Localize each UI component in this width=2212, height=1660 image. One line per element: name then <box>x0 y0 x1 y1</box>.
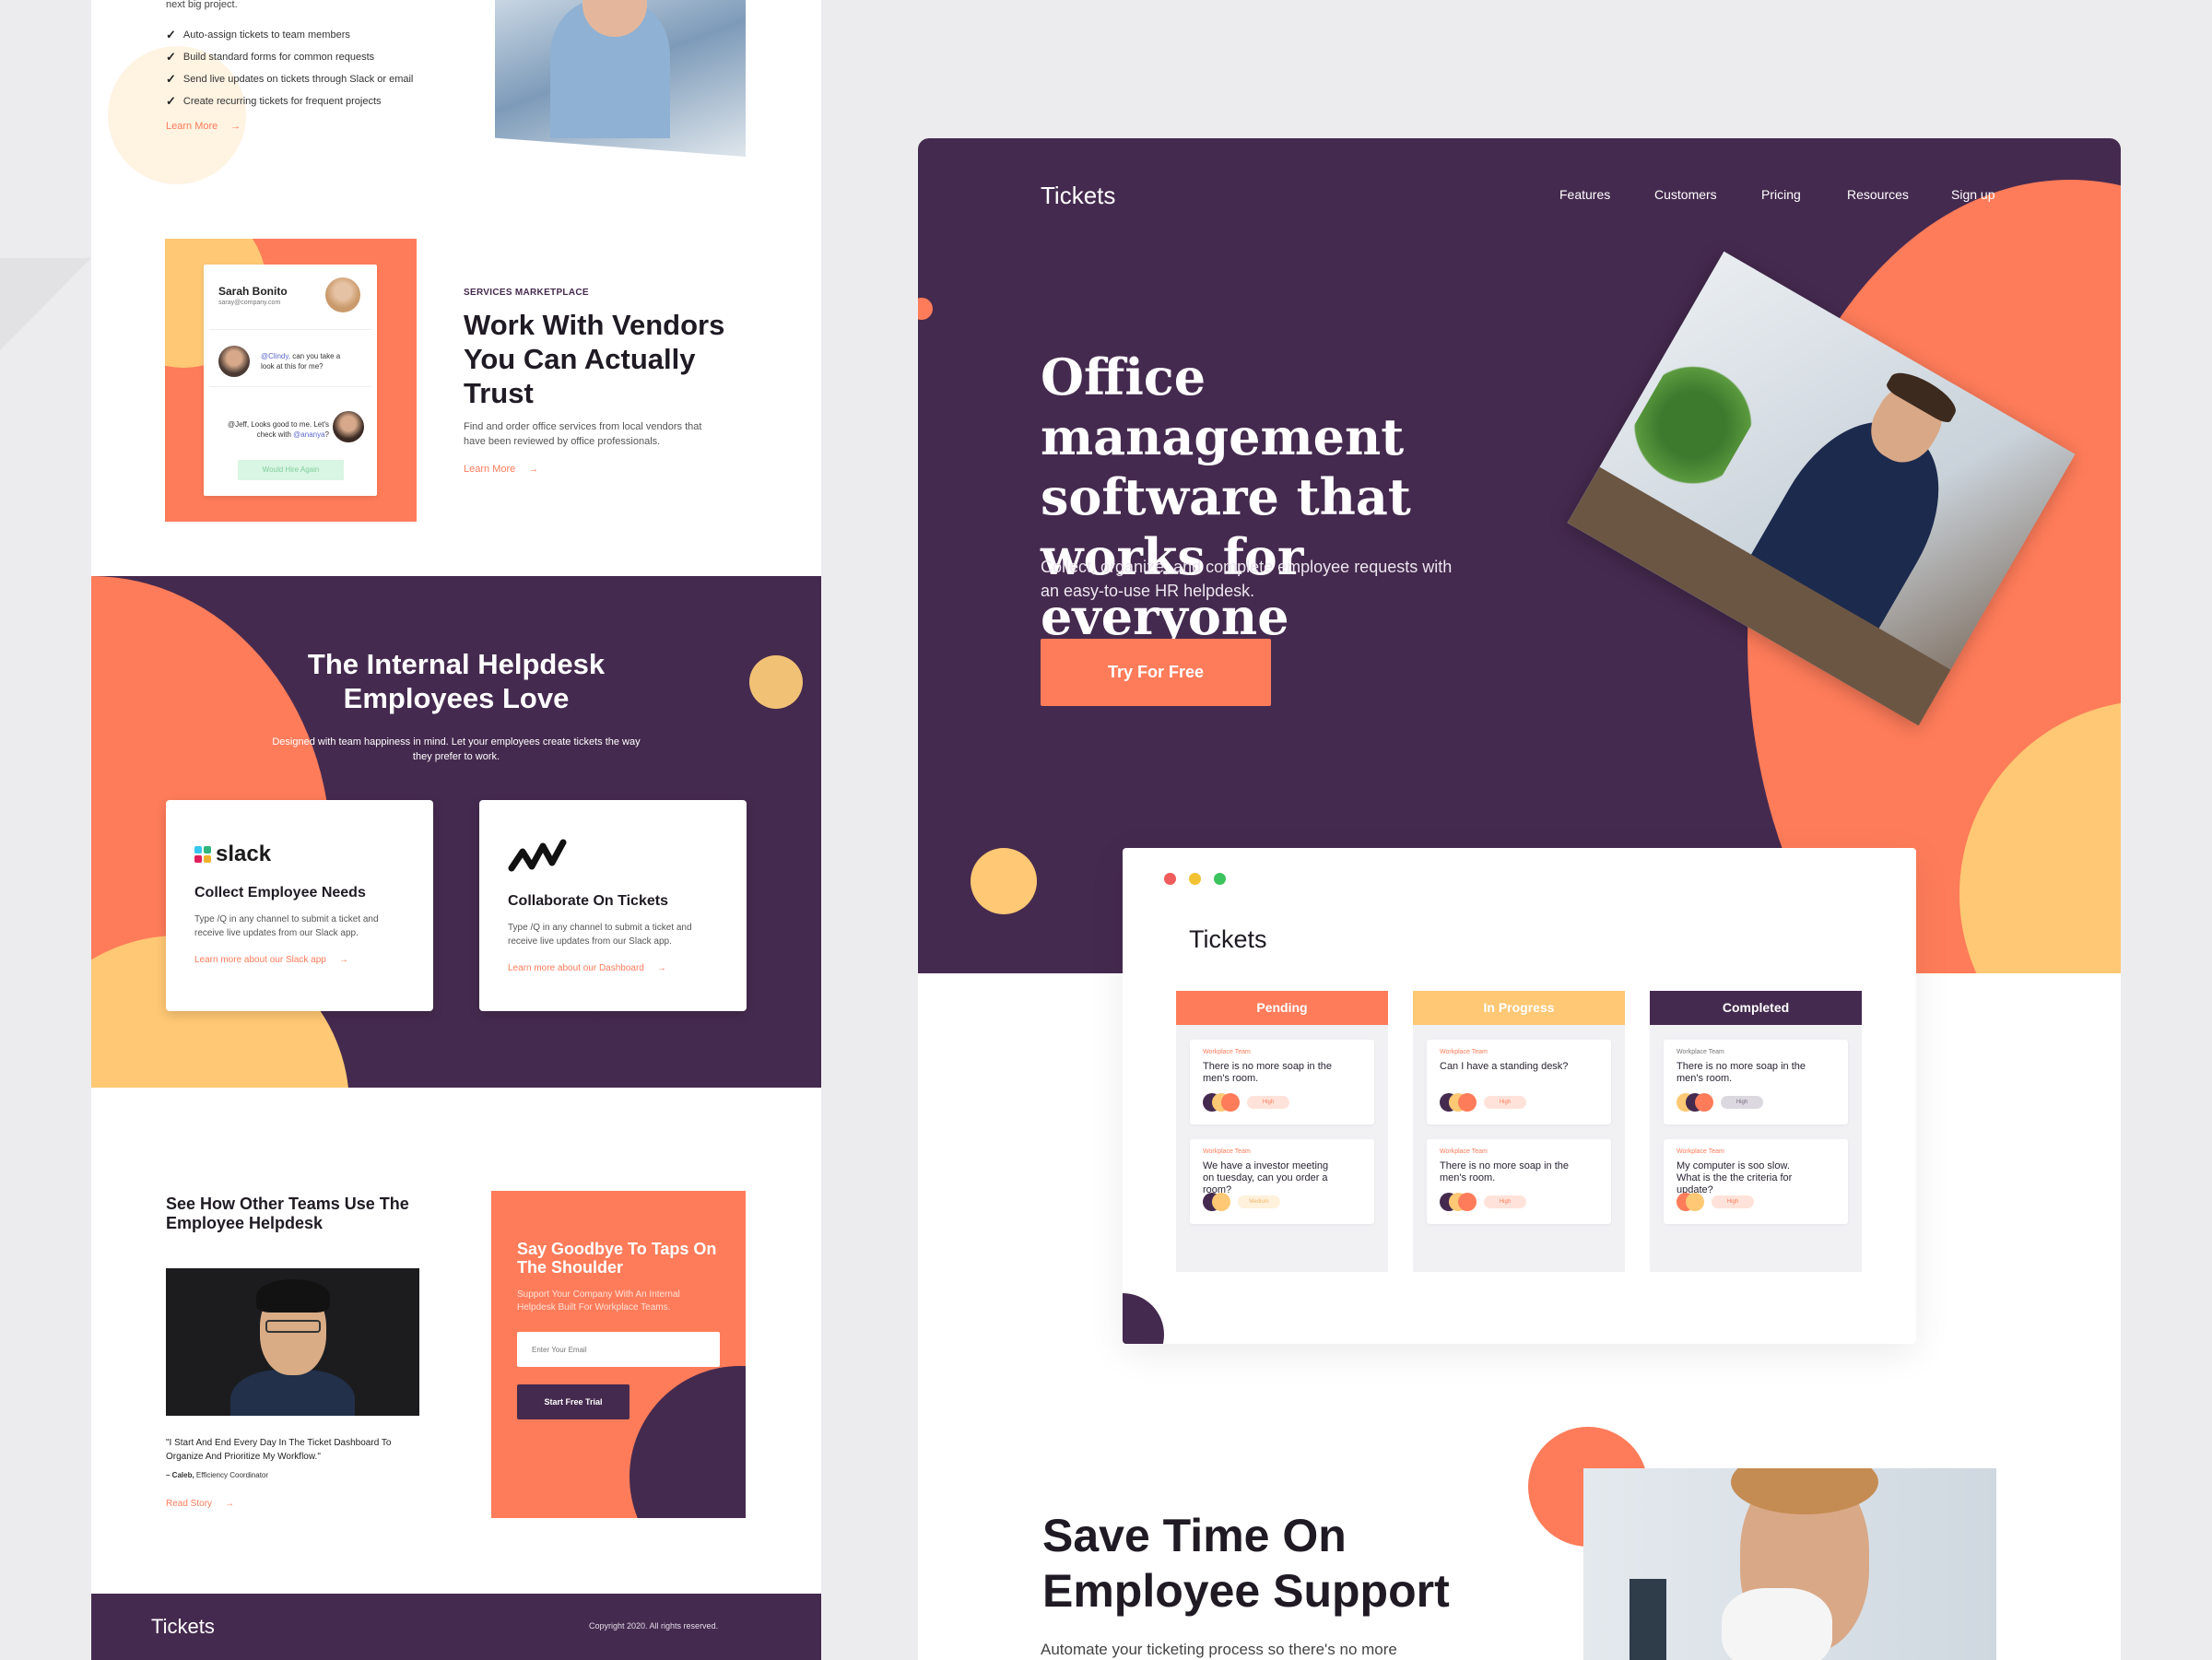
check-icon: ✓ <box>166 28 176 41</box>
vendors-eyebrow: SERVICES MARKETPLACE <box>464 288 589 298</box>
check-item: ✓ Build standard forms for common request… <box>166 46 413 68</box>
wave-logo-icon <box>508 839 567 872</box>
try-for-free-button[interactable]: Try For Free <box>1041 639 1271 706</box>
nav-link-signup[interactable]: Sign up <box>1951 187 1994 202</box>
man-at-computer-photo <box>495 0 746 157</box>
column-in-progress: In Progress Workplace Team Can I have a … <box>1413 991 1625 1272</box>
column-header: In Progress <box>1413 991 1625 1025</box>
tickets-board-window: Tickets Pending Workplace Team There is … <box>1123 848 1916 1344</box>
check-icon: ✓ <box>166 72 176 86</box>
arrow-right-icon: → <box>225 1499 235 1509</box>
intro-tail-text: next big project. <box>166 0 238 10</box>
check-icon: ✓ <box>166 50 176 64</box>
save-description: Automate your ticketing process so there… <box>1041 1641 1397 1658</box>
slack-icon <box>194 846 211 863</box>
column-pending: Pending Workplace Team There is no more … <box>1176 991 1388 1272</box>
check-icon: ✓ <box>166 94 176 108</box>
chat-message: @Jeff, Looks good to me. Let's check wit… <box>227 420 329 439</box>
check-item-label: Create recurring tickets for frequent pr… <box>182 96 382 107</box>
footer-copyright: Copyright 2020. All rights reserved. <box>589 1621 719 1631</box>
avatar <box>325 277 360 312</box>
board-corner-deco <box>1123 1293 1164 1344</box>
avatar <box>218 346 250 377</box>
card-title: Collect Employee Needs <box>194 885 366 901</box>
dashboard-link[interactable]: Learn more about our Dashboard → <box>508 963 666 973</box>
hero-deco-yellow-dot <box>971 848 1037 914</box>
check-item-label: Send live updates on tickets through Sla… <box>182 74 414 85</box>
column-header: Completed <box>1650 991 1862 1025</box>
column-completed: Completed Workplace Team There is no mor… <box>1650 991 1862 1272</box>
right-page-preview: Tickets Features Customers Pricing Resou… <box>918 138 2121 1660</box>
nav-link-pricing[interactable]: Pricing <box>1761 187 1801 202</box>
arrow-right-icon: → <box>230 121 241 132</box>
feature-check-list: ✓ Auto-assign tickets to team members ✓ Bu… <box>166 24 413 112</box>
nav-link-customers[interactable]: Customers <box>1654 187 1717 202</box>
column-header: Pending <box>1176 991 1388 1025</box>
ticket-card[interactable]: Workplace Team We have a investor meetin… <box>1190 1139 1374 1224</box>
helpdesk-deco-dot <box>749 655 803 709</box>
chat-message: @Clindy, can you take a look at this for… <box>261 352 341 371</box>
teams-title: See How Other Teams Use The Employee Hel… <box>166 1195 409 1232</box>
slack-app-link[interactable]: Learn more about our Slack app → <box>194 955 348 965</box>
email-input[interactable] <box>517 1332 720 1367</box>
window-dots <box>1164 873 1226 885</box>
left-page-preview: next big project. ✓ Auto-assign tickets t… <box>91 0 821 1660</box>
check-item: ✓ Send live updates on tickets through Sl… <box>166 68 413 90</box>
coffee-man-photo <box>1583 1468 1996 1660</box>
check-item: ✓ Create recurring tickets for frequent p… <box>166 90 413 112</box>
vendors-description: Find and order office services from loca… <box>464 421 702 447</box>
minimize-dot-icon[interactable] <box>1189 873 1201 885</box>
helpdesk-description: Designed with team happiness in mind. Le… <box>272 736 641 762</box>
nav-logo[interactable]: Tickets <box>1041 182 1115 210</box>
arrow-right-icon: → <box>528 464 539 475</box>
arrow-right-icon: → <box>656 963 666 973</box>
vendor-chat-card: Sarah Bonito saray@company.com @Clindy, … <box>204 265 377 496</box>
cta-description: Support Your Company With An Internal He… <box>517 1289 680 1313</box>
check-item-label: Build standard forms for common requests <box>182 52 375 63</box>
vendors-learn-more-link[interactable]: Learn More → <box>464 464 538 475</box>
ticket-card[interactable]: Workplace Team My computer is soo slow. … <box>1664 1139 1848 1224</box>
footer-logo[interactable]: Tickets <box>151 1615 215 1639</box>
check-item-label: Auto-assign tickets to team members <box>182 29 350 41</box>
slack-feature-card: slack Collect Employee Needs Type /Q in … <box>166 800 433 1011</box>
check-item: ✓ Auto-assign tickets to team members <box>166 24 413 46</box>
testimonial-author: – Caleb, Efficiency Coordinator <box>166 1471 269 1479</box>
card-title: Collaborate On Tickets <box>508 893 668 909</box>
ticket-card[interactable]: Workplace Team There is no more soap in … <box>1427 1139 1611 1224</box>
start-free-trial-button[interactable]: Start Free Trial <box>517 1384 629 1419</box>
would-hire-badge: Would Hire Again <box>238 460 344 480</box>
testimonial-quote: "I Start And End Every Day In The Ticket… <box>166 1438 392 1462</box>
save-title: Save Time On Employee Support <box>1042 1510 1450 1617</box>
cta-title: Say Goodbye To Taps On The Shoulder <box>517 1240 717 1277</box>
ticket-card[interactable]: Workplace Team There is no more soap in … <box>1190 1040 1374 1124</box>
ticket-card[interactable]: Workplace Team Can I have a standing des… <box>1427 1040 1611 1124</box>
helpdesk-title: The Internal Helpdesk Employees Love <box>307 648 606 714</box>
card-description: Type /Q in any channel to submit a ticke… <box>508 923 692 947</box>
card-description: Type /Q in any channel to submit a ticke… <box>194 914 379 938</box>
board-title: Tickets <box>1189 925 1267 953</box>
top-learn-more-link[interactable]: Learn More → <box>166 121 241 132</box>
slack-logo: slack <box>194 842 271 867</box>
hero-deco-small-dot <box>918 298 933 320</box>
dashboard-feature-card: Collaborate On Tickets Type /Q in any ch… <box>479 800 747 1011</box>
arrow-right-icon: → <box>338 955 348 965</box>
background-wedge <box>0 258 91 350</box>
nav-link-features[interactable]: Features <box>1559 187 1610 202</box>
nav-link-resources[interactable]: Resources <box>1847 187 1909 202</box>
read-story-link[interactable]: Read Story → <box>166 1499 234 1509</box>
avatar <box>333 411 364 442</box>
vendors-title: Work With Vendors You Can Actually Trust <box>464 309 725 409</box>
maximize-dot-icon[interactable] <box>1214 873 1226 885</box>
profile-email: saray@company.com <box>218 300 281 306</box>
ticket-card[interactable]: Workplace Team There is no more soap in … <box>1664 1040 1848 1124</box>
close-dot-icon[interactable] <box>1164 873 1176 885</box>
testimonial-photo <box>166 1268 419 1416</box>
profile-name: Sarah Bonito <box>218 285 288 298</box>
hero-description: Collect, organize, and complete employee… <box>1041 558 1453 600</box>
